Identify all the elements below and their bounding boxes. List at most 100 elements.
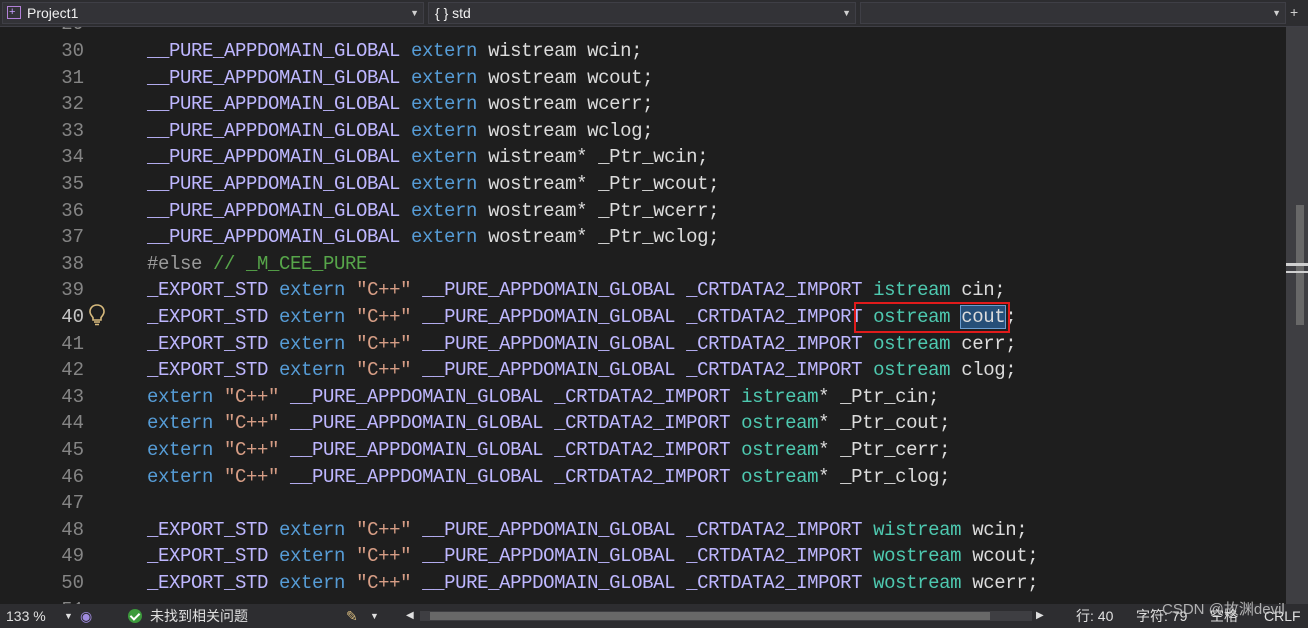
navigation-bar: Project1 ▼ { } std ▼ ▼ +	[0, 0, 1308, 27]
line-number: 29	[28, 27, 84, 38]
macro-token: __PURE_APPDOMAIN_GLOBAL	[147, 119, 412, 142]
string-token: "C++"	[224, 439, 280, 461]
line-number: 44	[61, 412, 84, 435]
zoom-level[interactable]: 133 %	[6, 604, 46, 628]
chevron-down-icon[interactable]: ▼	[370, 604, 379, 628]
line-number: 30	[61, 40, 84, 62]
lightbulb-icon[interactable]	[88, 304, 106, 326]
type-token: wostream	[873, 572, 962, 594]
macro-token: __PURE_APPDOMAIN_GLOBAL _CRTDATA2_IMPORT	[411, 518, 874, 541]
issues-status[interactable]: 未找到相关问题	[150, 604, 248, 628]
code-text: wostream* _Ptr_wcout;	[477, 173, 720, 195]
keyword-token: extern	[411, 119, 478, 142]
macro-token: __PURE_APPDOMAIN_GLOBAL _CRTDATA2_IMPORT	[279, 465, 742, 488]
code-text: clog;	[950, 359, 1017, 382]
line-number: 46	[61, 465, 84, 488]
line-number: 33	[61, 119, 84, 142]
code-line[interactable]: __PURE_APPDOMAIN_GLOBAL extern wostream*…	[147, 171, 720, 198]
code-cleanup-brush-icon[interactable]: ✎	[346, 604, 358, 628]
code-line[interactable]: __PURE_APPDOMAIN_GLOBAL extern wostream …	[147, 65, 653, 92]
line-number: 47	[61, 492, 84, 515]
code-line[interactable]: extern "C++" __PURE_APPDOMAIN_GLOBAL _CR…	[147, 464, 951, 491]
code-line[interactable]: __PURE_APPDOMAIN_GLOBAL extern wostream*…	[147, 198, 720, 225]
line-indicator[interactable]: 行: 40	[1076, 604, 1113, 628]
line-number: 45	[61, 439, 84, 461]
horizontal-scrollbar[interactable]	[420, 611, 1032, 621]
macro-token: __PURE_APPDOMAIN_GLOBAL	[147, 199, 412, 222]
code-text: wistream* _Ptr_wcin;	[477, 146, 709, 169]
macro-token: _EXPORT_STD	[147, 279, 280, 302]
code-text: wostream wcerr;	[477, 93, 654, 116]
keyword-token: extern	[279, 359, 346, 382]
code-line[interactable]: __PURE_APPDOMAIN_GLOBAL extern wistream …	[147, 38, 642, 65]
keyword-token: extern	[279, 518, 346, 541]
code-line[interactable]: _EXPORT_STD extern "C++" __PURE_APPDOMAI…	[147, 357, 1017, 384]
code-line[interactable]: _EXPORT_STD extern "C++" __PURE_APPDOMAI…	[147, 331, 1017, 358]
code-line[interactable]: extern "C++" __PURE_APPDOMAIN_GLOBAL _CR…	[147, 384, 940, 411]
code-line[interactable]: _EXPORT_STD extern "C++" __PURE_APPDOMAI…	[147, 517, 1028, 544]
keyword-token: extern	[411, 93, 478, 116]
scrollbar-thumb[interactable]	[430, 612, 990, 620]
preprocessor-token: #else	[147, 252, 214, 275]
code-line[interactable]: extern "C++" __PURE_APPDOMAIN_GLOBAL _CR…	[147, 437, 951, 464]
macro-token: __PURE_APPDOMAIN_GLOBAL _CRTDATA2_IMPORT	[411, 279, 874, 302]
type-token: ostream	[741, 439, 819, 461]
scroll-left-icon[interactable]: ◀	[406, 604, 414, 628]
keyword-token: extern	[411, 173, 478, 195]
code-text: wostream* _Ptr_wclog;	[477, 226, 720, 249]
code-line[interactable]: #else // _M_CEE_PURE	[147, 251, 367, 278]
chevron-down-icon[interactable]: ▼	[64, 604, 73, 628]
macro-token: __PURE_APPDOMAIN_GLOBAL	[147, 146, 412, 169]
chevron-down-icon: ▼	[1272, 8, 1281, 18]
keyword-token: extern	[411, 66, 478, 89]
code-line[interactable]: __PURE_APPDOMAIN_GLOBAL extern wostream …	[147, 118, 653, 145]
cpp-project-icon	[7, 2, 21, 22]
line-number: 49	[61, 545, 84, 568]
line-number: 38	[61, 252, 84, 275]
intellicode-icon[interactable]: ◉	[80, 604, 92, 628]
type-token: wostream	[873, 545, 962, 568]
code-line[interactable]: __PURE_APPDOMAIN_GLOBAL extern wostream*…	[147, 224, 720, 251]
scope-dropdown[interactable]: { } std ▼	[428, 2, 856, 24]
split-editor-icon[interactable]: +	[1290, 4, 1298, 20]
string-token: "C++"	[356, 572, 412, 594]
line-number: 51	[28, 597, 84, 604]
code-line[interactable]: extern "C++" __PURE_APPDOMAIN_GLOBAL _CR…	[147, 410, 951, 437]
chevron-down-icon: ▼	[842, 8, 851, 18]
string-token: "C++"	[356, 306, 412, 328]
keyword-token: extern	[411, 226, 478, 249]
code-line[interactable]: _EXPORT_STD extern "C++" __PURE_APPDOMAI…	[147, 543, 1039, 570]
line-number: 41	[61, 332, 84, 355]
macro-token: __PURE_APPDOMAIN_GLOBAL _CRTDATA2_IMPORT	[411, 332, 874, 355]
line-number: 42	[61, 359, 84, 382]
code-line[interactable]: _EXPORT_STD extern "C++" __PURE_APPDOMAI…	[147, 277, 1006, 304]
macro-token: __PURE_APPDOMAIN_GLOBAL _CRTDATA2_IMPORT	[411, 572, 874, 594]
code-line[interactable]: __PURE_APPDOMAIN_GLOBAL extern wistream*…	[147, 144, 709, 171]
check-circle-icon	[128, 609, 142, 623]
code-editor[interactable]: 29 30 31 32 33 34 35 36 37 38 39 40 41 4…	[0, 27, 1308, 604]
member-dropdown[interactable]: ▼	[860, 2, 1286, 24]
scroll-right-icon[interactable]: ▶	[1036, 604, 1044, 628]
vertical-scrollbar[interactable]	[1286, 27, 1308, 604]
project-name: Project1	[27, 5, 79, 21]
code-text: * _Ptr_cerr;	[818, 439, 951, 461]
line-number: 43	[61, 385, 84, 408]
scrollbar-caret-marker	[1286, 263, 1308, 266]
code-text: cerr;	[950, 332, 1017, 355]
project-dropdown[interactable]: Project1 ▼	[2, 2, 424, 24]
type-token: istream	[741, 385, 819, 408]
code-text: wistream wcin;	[477, 40, 643, 62]
type-token: ostream	[741, 412, 819, 435]
line-number: 34	[61, 146, 84, 169]
code-line[interactable]: __PURE_APPDOMAIN_GLOBAL extern wostream …	[147, 91, 653, 118]
watermark: CSDN @故渊devil	[1162, 601, 1285, 618]
line-number: 37	[61, 226, 84, 249]
code-text: wcout;	[961, 545, 1039, 568]
keyword-token: extern	[411, 199, 478, 222]
code-line[interactable]: _EXPORT_STD extern "C++" __PURE_APPDOMAI…	[147, 570, 1039, 597]
macro-token: __PURE_APPDOMAIN_GLOBAL	[147, 173, 412, 195]
